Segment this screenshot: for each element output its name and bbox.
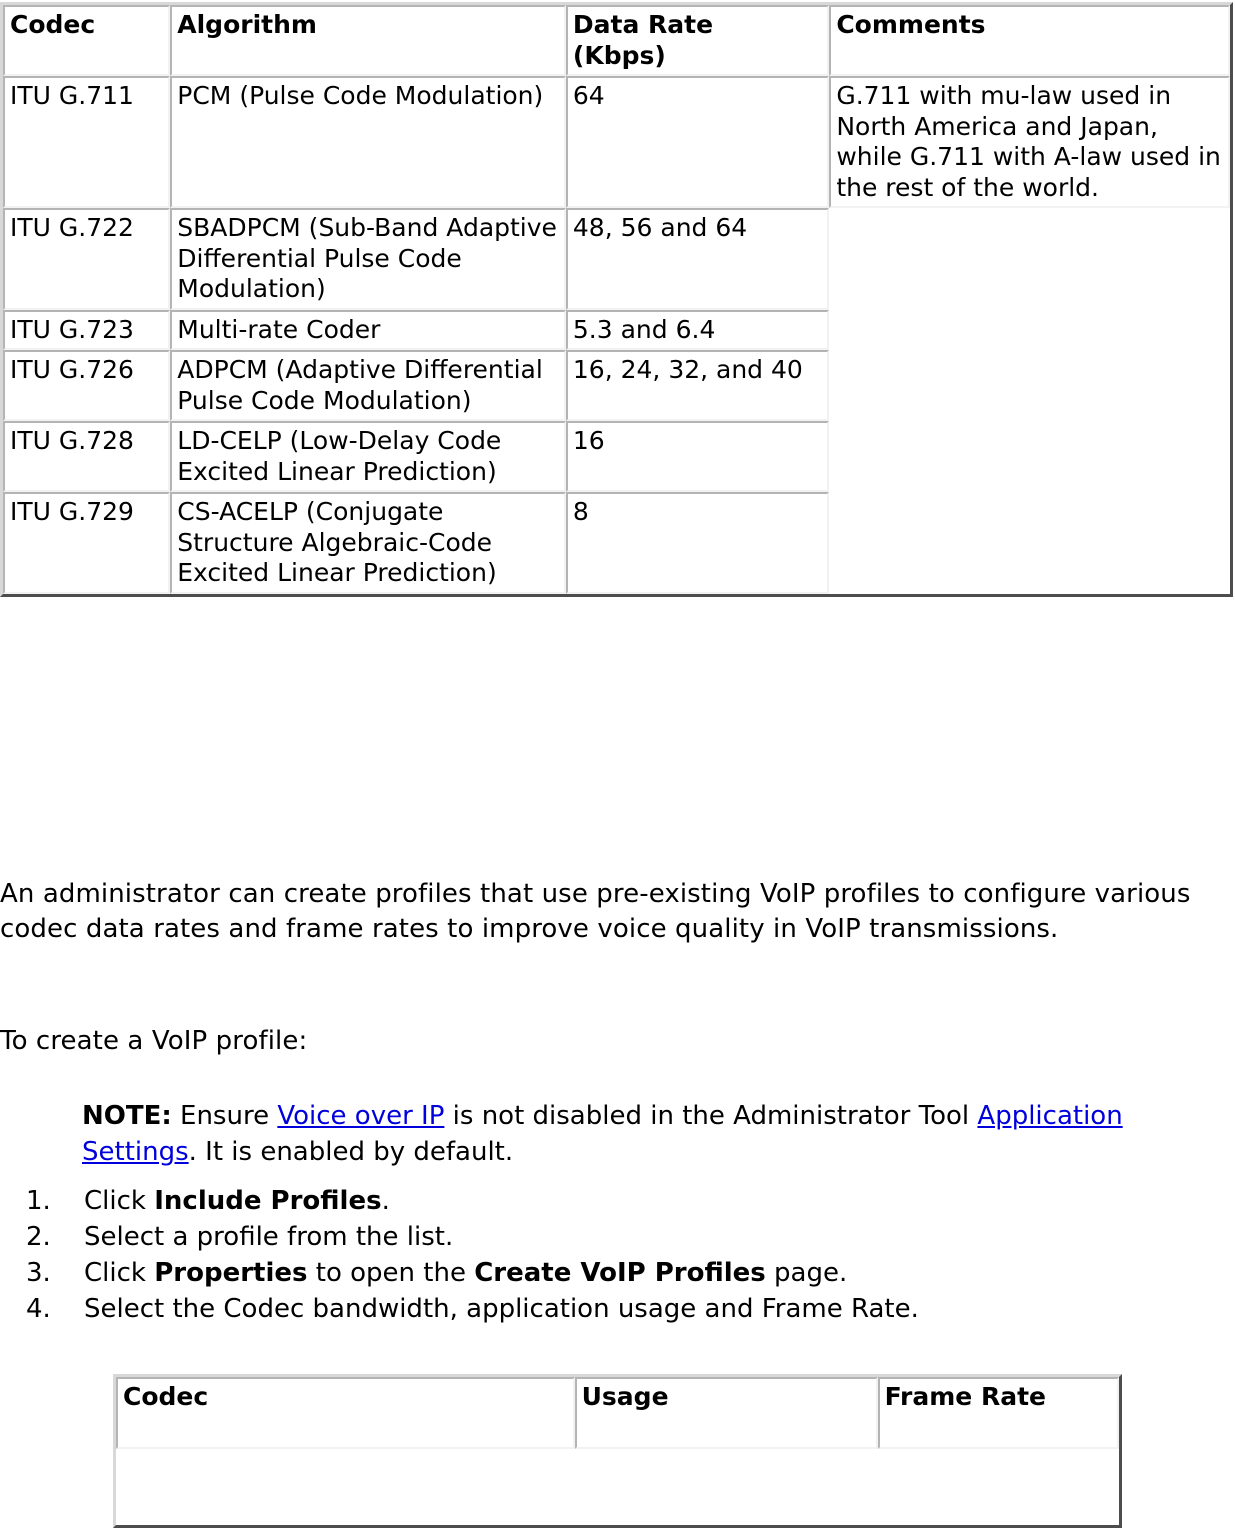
column-header-data-rate: Data Rate (Kbps) [565, 5, 830, 76]
column-header-usage: Usage [574, 1377, 878, 1449]
cell-frame-rate-empty [877, 1449, 1119, 1525]
cell-algorithm: LD-CELP (Low-Delay Code Excited Linear P… [170, 421, 566, 492]
codec-reference-table: Codec Algorithm Data Rate (Kbps) Comment… [0, 2, 1233, 597]
cell-data-rate: 5.3 and 6.4 [565, 309, 830, 350]
cell-codec: ITU G.722 [3, 208, 171, 310]
cell-data-rate: 16, 24, 32, and 40 [565, 350, 830, 421]
cell-data-rate: 8 [565, 492, 830, 594]
step-bold-1: Include Profiles [154, 1186, 382, 1216]
cell-codec: ITU G.728 [3, 421, 171, 492]
note-text-1: Ensure [171, 1101, 278, 1131]
list-item: 1. Click Include Profiles. [0, 1183, 1180, 1219]
document-page: Codec Algorithm Data Rate (Kbps) Comment… [0, 0, 1235, 1528]
column-header-frame-rate: Frame Rate [877, 1377, 1119, 1449]
create-voip-profiles-table: Codec Usage Frame Rate [113, 1374, 1122, 1528]
column-header-data-rate-line1: Data Rate [572, 10, 714, 39]
cell-codec-empty [116, 1449, 575, 1525]
intro-paragraph: An administrator can create profiles tha… [0, 879, 1191, 944]
list-item: 4. Select the Codec bandwidth, applicatio… [0, 1291, 1180, 1327]
note-label: NOTE: [82, 1101, 172, 1131]
cell-algorithm: CS-ACELP (Conjugate Structure Algebraic-… [170, 492, 566, 594]
table-row: ITU G.711 PCM (Pulse Code Modulation) 64… [3, 76, 1230, 208]
step-text-post: . [381, 1186, 390, 1216]
note-text-3: . It is enabled by default. [188, 1137, 514, 1167]
voip-profile-steps-list: 1. Click Include Profiles. 2. Select a pro… [0, 1183, 1180, 1327]
cell-codec: ITU G.726 [3, 350, 171, 421]
step-number: 2. [26, 1222, 51, 1252]
step-bold-1: Properties [154, 1258, 308, 1288]
step-text-pre: Select the Codec bandwidth, application … [84, 1294, 919, 1324]
cell-data-rate: 48, 56 and 64 [565, 208, 830, 310]
list-item: 2. Select a profile from the list. [0, 1219, 1180, 1255]
list-item: 3. Click Properties to open the Create Vo… [0, 1255, 1180, 1291]
cell-algorithm: PCM (Pulse Code Modulation) [170, 76, 566, 208]
note-block: NOTE: Ensure Voice over IP is not disabl… [82, 1098, 1192, 1170]
step-number: 1. [26, 1186, 51, 1216]
cell-codec: ITU G.723 [3, 309, 171, 350]
table-row-empty [116, 1449, 1119, 1525]
link-voice-over-ip[interactable]: Voice over IP [277, 1101, 444, 1131]
cell-data-rate: 64 [565, 76, 830, 208]
step-text-mid: to open the [307, 1258, 475, 1288]
column-header-data-rate-line2: (Kbps) [572, 40, 666, 70]
column-header-algorithm: Algorithm [170, 5, 566, 76]
column-header-codec: Codec [3, 5, 171, 76]
step-bold-2: Create VoIP Profiles [474, 1258, 766, 1288]
cell-comments: G.711 with mu-law used in North America … [829, 76, 1230, 208]
howto-lead-text: To create a VoIP profile: [0, 1026, 308, 1056]
table-row: ITU G.722 SBADPCM (Sub-Band Adaptive Dif… [3, 208, 1230, 594]
step-text-post: page. [765, 1258, 848, 1288]
cell-algorithm: Multi-rate Coder [170, 309, 566, 350]
cell-codec: ITU G.729 [3, 492, 171, 594]
cell-algorithm: SBADPCM (Sub-Band Adaptive Differential … [170, 208, 566, 310]
step-text-pre: Select a profile from the list. [84, 1222, 454, 1252]
cell-comments-empty [829, 208, 1230, 594]
column-header-codec: Codec [116, 1377, 575, 1449]
cell-codec: ITU G.711 [3, 76, 171, 208]
cell-usage-empty [574, 1449, 878, 1525]
step-text-pre: Click [84, 1258, 155, 1288]
step-number: 4. [26, 1294, 51, 1324]
table-header-row: Codec Algorithm Data Rate (Kbps) Comment… [3, 5, 1230, 76]
step-number: 3. [26, 1258, 51, 1288]
table-header-row: Codec Usage Frame Rate [116, 1377, 1119, 1449]
cell-data-rate: 16 [565, 421, 830, 492]
column-header-comments: Comments [829, 5, 1230, 76]
cell-algorithm: ADPCM (Adaptive Differential Pulse Code … [170, 350, 566, 421]
step-text-pre: Click [84, 1186, 155, 1216]
note-text-2: is not disabled in the Administrator Too… [444, 1101, 978, 1131]
